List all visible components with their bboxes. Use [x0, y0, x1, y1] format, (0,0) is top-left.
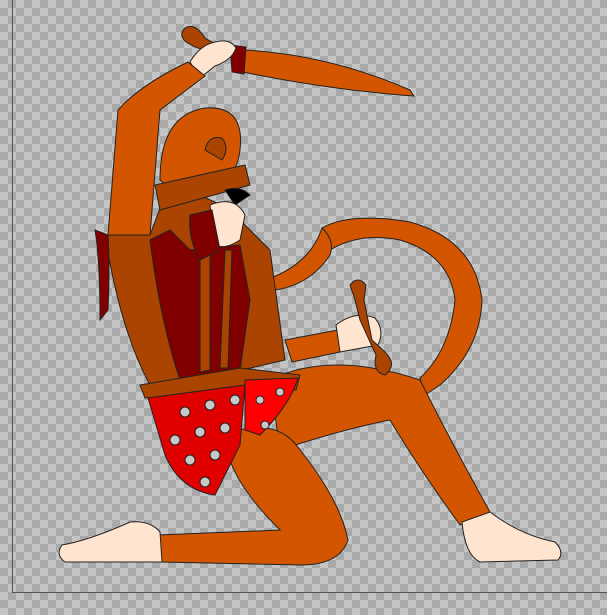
tail-loop [264, 227, 332, 291]
front-arm [284, 329, 341, 363]
warrior-clipart [58, 25, 562, 566]
front-foot [58, 521, 163, 563]
cape [94, 229, 110, 322]
sword-blade [242, 49, 415, 97]
back-foot [461, 511, 562, 563]
tunic-stripe [199, 249, 211, 373]
